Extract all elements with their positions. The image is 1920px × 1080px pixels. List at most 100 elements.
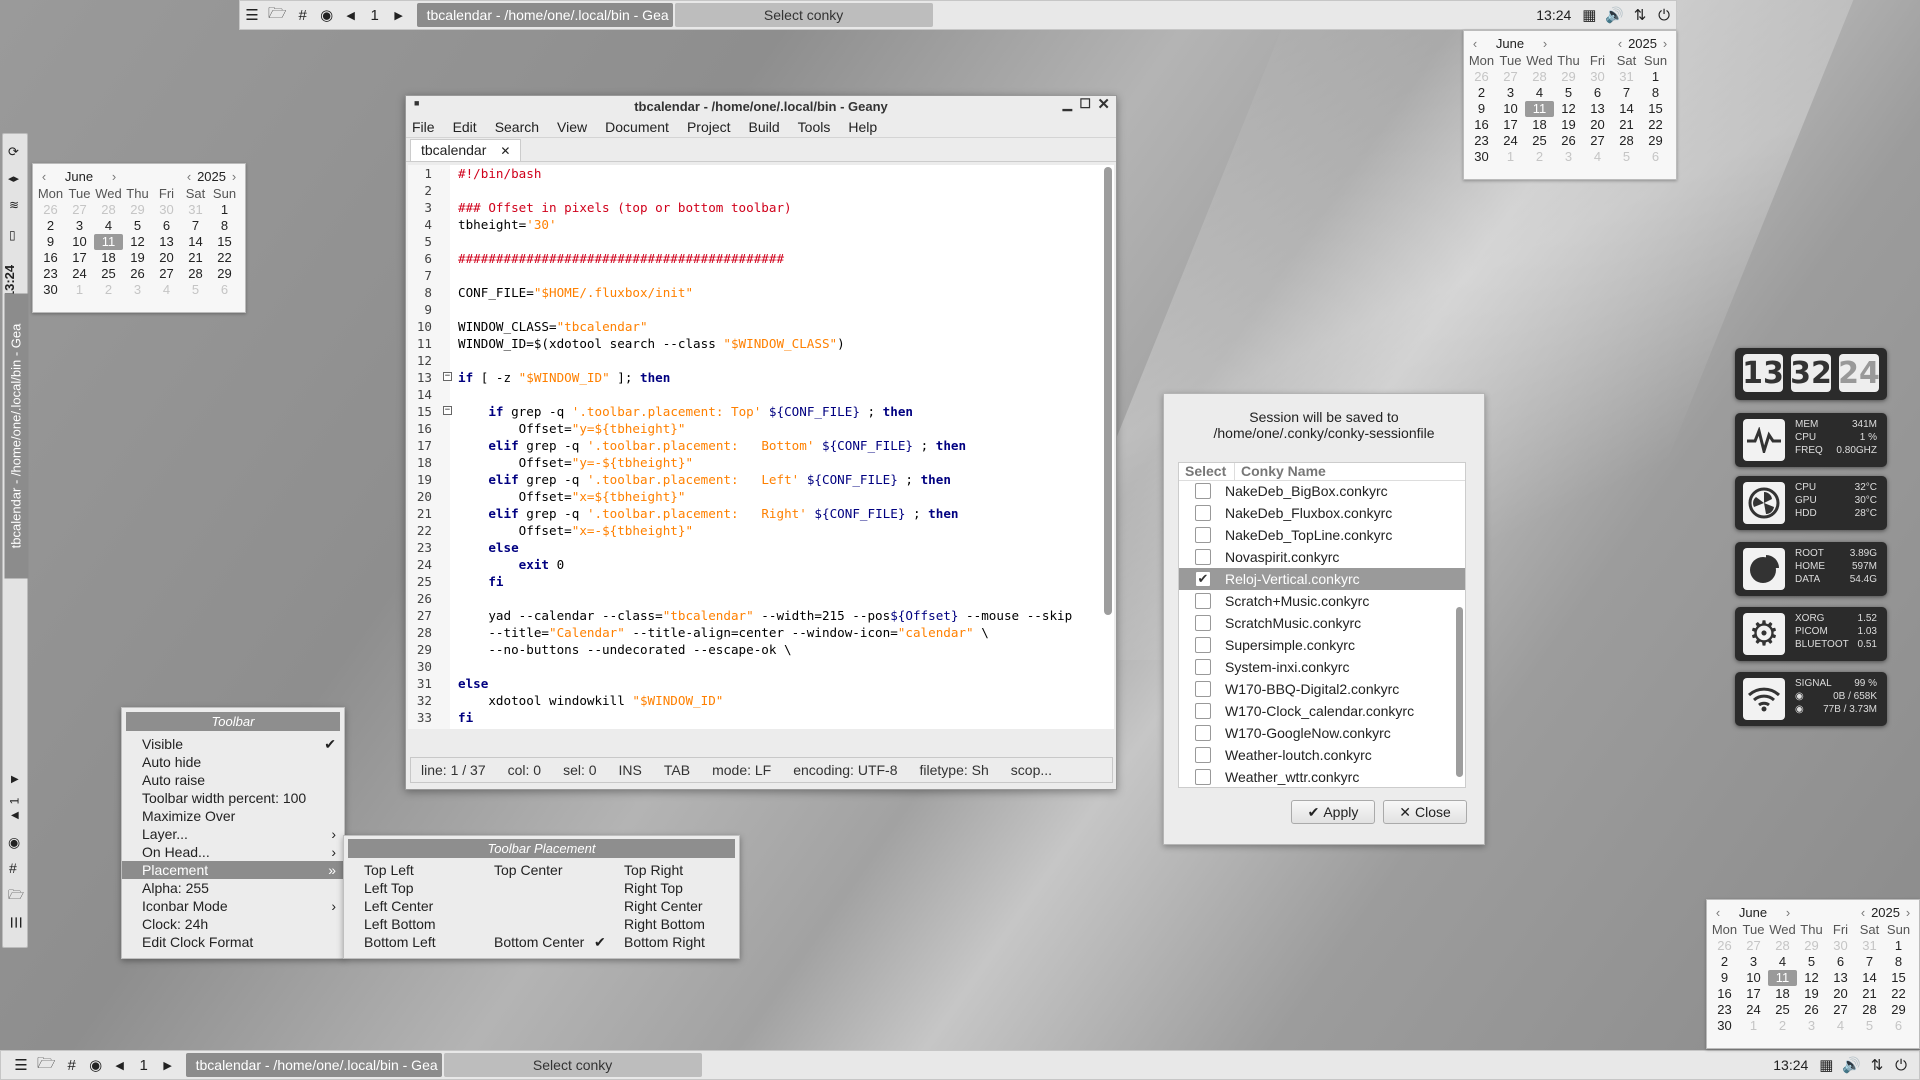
next-month-icon[interactable]: ›: [1537, 36, 1553, 51]
calendar-day[interactable]: 25: [1768, 1002, 1797, 1018]
menu-item[interactable]: Maximize Over: [122, 807, 344, 825]
placement-option[interactable]: Left Center: [364, 897, 433, 915]
menu-item[interactable]: Placement »: [122, 861, 344, 879]
list-item[interactable]: W170-BBQ-Digital2.conkyrc: [1179, 678, 1465, 700]
calendar-day[interactable]: 5: [181, 282, 210, 298]
placement-option[interactable]: Left Top: [364, 879, 414, 897]
calendar-day[interactable]: 7: [1855, 954, 1884, 970]
menu-item[interactable]: On Head... ›: [122, 843, 344, 861]
placement-option[interactable]: Top Center: [494, 861, 562, 879]
calendar-day[interactable]: 6: [210, 282, 239, 298]
calendar-day[interactable]: 30: [1826, 938, 1855, 954]
checkbox[interactable]: [1195, 659, 1211, 675]
calendar-day[interactable]: 29: [1641, 133, 1670, 149]
calendar-day[interactable]: 24: [1496, 133, 1525, 149]
menu-item[interactable]: Layer... ›: [122, 825, 344, 843]
calendar-day[interactable]: 15: [1884, 970, 1913, 986]
checkbox[interactable]: [1195, 703, 1211, 719]
placement-option[interactable]: Bottom Right: [624, 933, 705, 951]
calendar-grid[interactable]: Mon Tue Wed Thu Fri Sat Sun 26 27 28 29 30 31 1 2 3 4 5 6 7…: [1710, 922, 1916, 1034]
fold-marker-icon[interactable]: −: [443, 372, 452, 381]
placement-option[interactable]: Left Bottom: [364, 915, 436, 933]
checkbox[interactable]: [1195, 637, 1211, 653]
calendar-day[interactable]: 28: [1612, 133, 1641, 149]
calendar-day[interactable]: 4: [1768, 954, 1797, 970]
menu-item[interactable]: Auto hide: [122, 753, 344, 771]
calendar-day[interactable]: 12: [1797, 970, 1826, 986]
calendar-day[interactable]: 10: [1496, 101, 1525, 117]
calendar-day[interactable]: 31: [181, 202, 210, 218]
checkbox[interactable]: [1195, 593, 1211, 609]
calendar-day[interactable]: 30: [1583, 69, 1612, 85]
calendar-day[interactable]: 16: [36, 250, 65, 266]
calendar-day[interactable]: 31: [1612, 69, 1641, 85]
menu-item[interactable]: Edit Clock Format: [122, 933, 344, 951]
list-item[interactable]: W170-GoogleNow.conkyrc: [1179, 722, 1465, 744]
calendar-day[interactable]: 11: [1768, 970, 1797, 986]
calendar-day[interactable]: 8: [1641, 85, 1670, 101]
next-month-icon[interactable]: ›: [1780, 905, 1796, 920]
checkbox[interactable]: [1195, 681, 1211, 697]
calendar-day[interactable]: 1: [210, 202, 239, 218]
calendar-day[interactable]: 12: [1554, 101, 1583, 117]
calendar-day[interactable]: 10: [1739, 970, 1768, 986]
calendar-day[interactable]: 20: [1826, 986, 1855, 1002]
calendar-day[interactable]: 30: [152, 202, 181, 218]
calendar-day[interactable]: 30: [36, 282, 65, 298]
calendar-day[interactable]: 22: [1884, 986, 1913, 1002]
calendar-day[interactable]: 21: [1612, 117, 1641, 133]
next-year-icon[interactable]: ›: [1657, 36, 1673, 51]
menu-search[interactable]: Search: [495, 119, 539, 135]
calendar-day[interactable]: 23: [1467, 133, 1496, 149]
placement-option[interactable]: Top Left: [364, 861, 414, 879]
calendar-day[interactable]: 1: [1739, 1018, 1768, 1034]
calendar-day[interactable]: 27: [65, 202, 94, 218]
calendar-day[interactable]: 17: [1739, 986, 1768, 1002]
calendar-day[interactable]: 5: [1855, 1018, 1884, 1034]
checkbox[interactable]: [1195, 725, 1211, 741]
calendar-day[interactable]: 31: [1855, 938, 1884, 954]
list-item[interactable]: Weather-loutch.conkyrc: [1179, 744, 1465, 766]
calendar-day[interactable]: 13: [1583, 101, 1612, 117]
menu-icon[interactable]: ☰: [9, 1051, 33, 1079]
checkbox[interactable]: [1195, 505, 1211, 521]
fold-marker-icon[interactable]: −: [443, 406, 452, 415]
checkbox[interactable]: [1195, 747, 1211, 763]
calendar-day[interactable]: 14: [1855, 970, 1884, 986]
menu-edit[interactable]: Edit: [453, 119, 477, 135]
menu-project[interactable]: Project: [687, 119, 731, 135]
checkbox[interactable]: ✔: [1195, 571, 1211, 587]
next-workspace-icon[interactable]: ▶: [11, 774, 19, 785]
calendar-day[interactable]: 3: [1554, 149, 1583, 165]
calendar-day[interactable]: 26: [1554, 133, 1583, 149]
calendar-day[interactable]: 3: [1797, 1018, 1826, 1034]
folder-icon[interactable]: 🗁: [264, 1, 291, 29]
arrows-icon[interactable]: ◂▸: [8, 172, 19, 185]
calendar-day[interactable]: 6: [1884, 1018, 1913, 1034]
checkbox[interactable]: [1195, 615, 1211, 631]
calendar-day[interactable]: 24: [65, 266, 94, 282]
menu-item[interactable]: Toolbar width percent: 100: [122, 789, 344, 807]
calendar-day[interactable]: 7: [1612, 85, 1641, 101]
taskbar-item-geany[interactable]: tbcalendar - /home/one/.local/bin - Gea: [185, 1053, 442, 1077]
calendar-day[interactable]: 13: [1826, 970, 1855, 986]
taskbar-item-select-conky[interactable]: Select conky: [443, 1053, 702, 1077]
menu-item[interactable]: Clock: 24h: [122, 915, 344, 933]
calendar-day[interactable]: 27: [1496, 69, 1525, 85]
list-scrollbar[interactable]: [1456, 607, 1463, 777]
calendar-day[interactable]: 29: [1797, 938, 1826, 954]
list-item[interactable]: Novaspirit.conkyrc: [1179, 546, 1465, 568]
calendar-day[interactable]: 8: [1884, 954, 1913, 970]
calendar-day[interactable]: 3: [1496, 85, 1525, 101]
globe-icon[interactable]: ◉: [8, 834, 20, 851]
calendar-day[interactable]: 3: [1739, 954, 1768, 970]
placement-option[interactable]: Bottom Left: [364, 933, 436, 951]
calendar-day[interactable]: 6: [152, 218, 181, 234]
reload-icon[interactable]: ⟳: [8, 144, 19, 160]
calendar-day[interactable]: 29: [123, 202, 152, 218]
calendar-day[interactable]: 6: [1826, 954, 1855, 970]
calendar-day[interactable]: 18: [1768, 986, 1797, 1002]
list-item[interactable]: NakeDeb_TopLine.conkyrc: [1179, 524, 1465, 546]
calendar-day[interactable]: 25: [94, 266, 123, 282]
calendar-day[interactable]: 3: [65, 218, 94, 234]
